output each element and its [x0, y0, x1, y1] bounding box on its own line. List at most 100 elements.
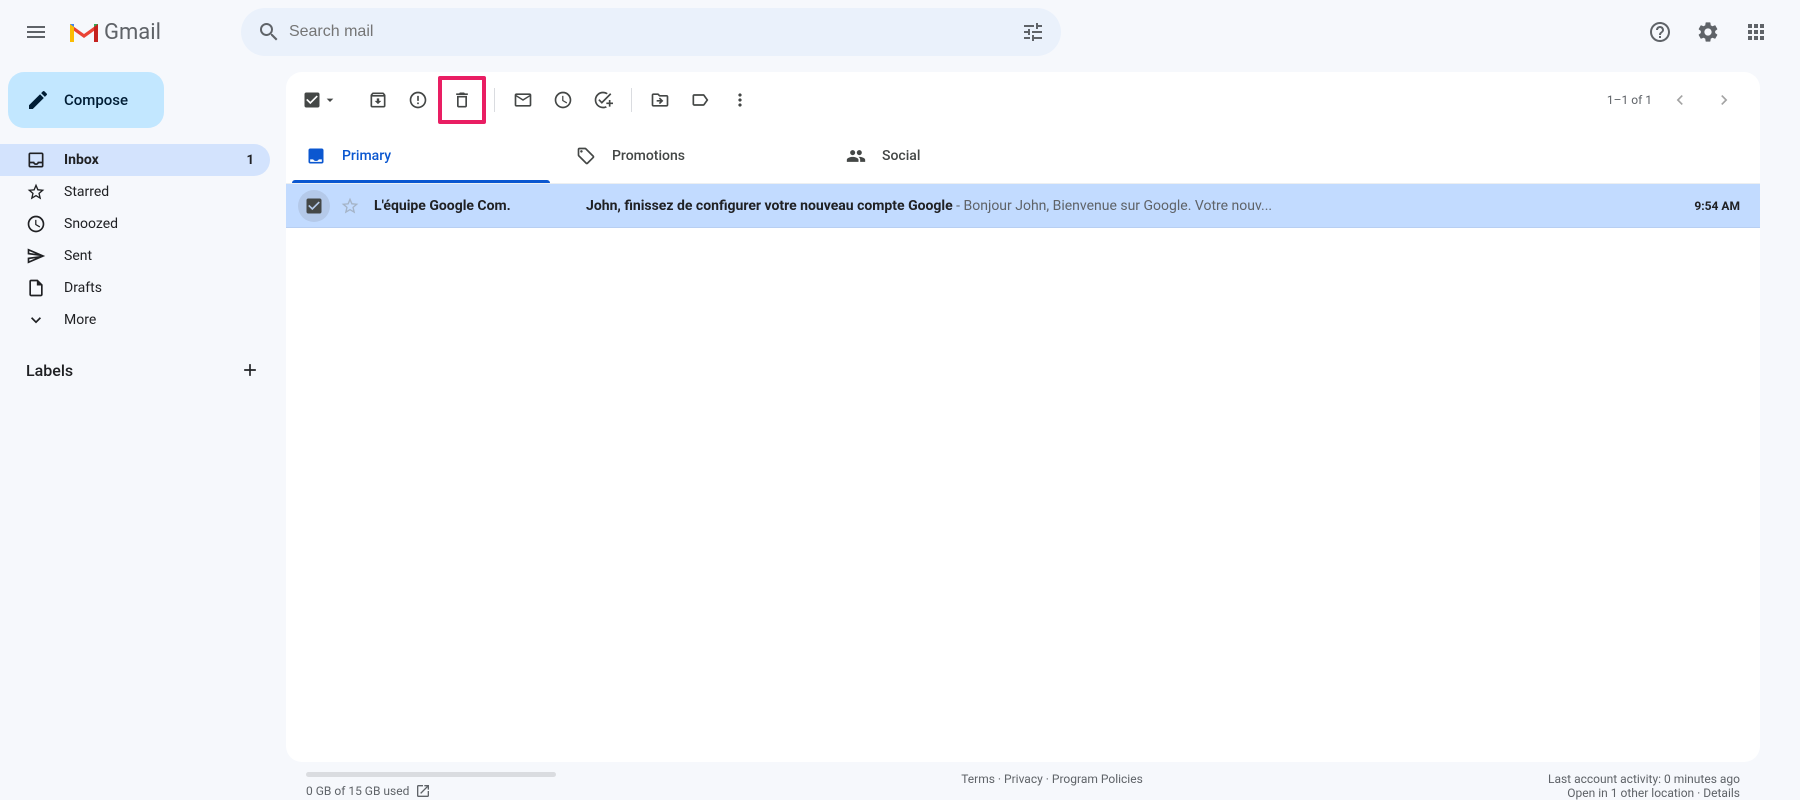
send-icon [26, 246, 46, 266]
toolbar-divider [494, 88, 495, 112]
support-button[interactable] [1640, 12, 1680, 52]
sidebar-item-label: Starred [64, 184, 109, 200]
add-label-button[interactable] [236, 356, 264, 384]
move-to-folder-icon [650, 90, 670, 110]
archive-icon [368, 90, 388, 110]
last-activity-text: Last account activity: 0 minutes ago [1548, 772, 1740, 786]
label-icon [690, 90, 710, 110]
email-time: 9:54 AM [1686, 199, 1748, 213]
more-vert-icon [730, 90, 750, 110]
people-icon [846, 146, 866, 166]
email-snippet-separator: - [953, 198, 964, 214]
delete-button[interactable] [438, 76, 486, 124]
chevron-left-icon [1670, 90, 1690, 110]
footer-links: Terms · Privacy · Program Policies [556, 772, 1548, 786]
next-page-button[interactable] [1704, 80, 1744, 120]
prev-page-button[interactable] [1660, 80, 1700, 120]
star-icon [26, 182, 46, 202]
category-tabs: Primary Promotions Social [286, 128, 1760, 184]
email-checkbox[interactable] [298, 190, 330, 222]
tab-label: Promotions [612, 148, 685, 164]
search-bar[interactable] [241, 8, 1061, 56]
open-external-icon[interactable] [415, 783, 431, 799]
clock-icon [26, 214, 46, 234]
sidebar-item-snoozed[interactable]: Snoozed [0, 208, 270, 240]
inbox-count: 1 [247, 153, 254, 168]
archive-button[interactable] [358, 80, 398, 120]
email-row[interactable]: L'équipe Google Com. John, finissez de c… [286, 184, 1760, 228]
tab-social[interactable]: Social [826, 128, 1096, 183]
storage-info: 0 GB of 15 GB used [306, 772, 556, 799]
details-link[interactable]: Details [1703, 786, 1740, 800]
trash-icon [452, 90, 472, 110]
dropdown-caret-icon [322, 92, 338, 108]
inbox-icon [26, 150, 46, 170]
apps-button[interactable] [1736, 12, 1776, 52]
tab-primary[interactable]: Primary [286, 128, 556, 183]
email-subject-preview: John, finissez de configurer votre nouve… [586, 198, 1686, 214]
help-icon [1648, 20, 1672, 44]
report-spam-button[interactable] [398, 80, 438, 120]
footer: 0 GB of 15 GB used Terms · Privacy · Pro… [286, 762, 1760, 800]
labels-button[interactable] [680, 80, 720, 120]
header-right [1640, 12, 1792, 52]
sidebar-item-label: Sent [64, 248, 92, 264]
more-actions-button[interactable] [720, 80, 760, 120]
compose-button[interactable]: Compose [8, 72, 164, 128]
plus-icon [240, 360, 260, 380]
checkbox-checked-icon [302, 90, 322, 110]
add-to-tasks-button[interactable] [583, 80, 623, 120]
gmail-logo[interactable]: Gmail [68, 20, 161, 45]
pencil-icon [26, 88, 50, 112]
labels-title: Labels [26, 361, 73, 380]
mark-unread-button[interactable] [503, 80, 543, 120]
sidebar-item-label: Drafts [64, 280, 102, 296]
snooze-button[interactable] [543, 80, 583, 120]
terms-link[interactable]: Terms [961, 772, 995, 786]
sidebar-item-label: Snoozed [64, 216, 118, 232]
email-star-button[interactable] [334, 190, 366, 222]
select-all[interactable] [302, 90, 338, 110]
storage-text: 0 GB of 15 GB used [306, 784, 409, 798]
email-list: L'équipe Google Com. John, finissez de c… [286, 184, 1760, 762]
email-snippet: Bonjour John, Bienvenue sur Google. Votr… [964, 198, 1273, 214]
toolbar: 1–1 of 1 [286, 72, 1760, 128]
tab-label: Social [882, 148, 920, 164]
footer-activity: Last account activity: 0 minutes ago Ope… [1548, 772, 1740, 800]
sidebar-item-drafts[interactable]: Drafts [0, 272, 270, 304]
tune-icon [1021, 20, 1045, 44]
settings-button[interactable] [1688, 12, 1728, 52]
star-outline-icon [340, 196, 360, 216]
search-input[interactable] [289, 23, 1013, 41]
tab-promotions[interactable]: Promotions [556, 128, 826, 183]
toolbar-divider [631, 88, 632, 112]
inbox-icon [306, 146, 326, 166]
sidebar-item-more[interactable]: More [0, 304, 270, 336]
compose-label: Compose [64, 91, 128, 109]
sidebar-item-sent[interactable]: Sent [0, 240, 270, 272]
email-subject: John, finissez de configurer votre nouve… [586, 198, 953, 214]
apps-grid-icon [1744, 20, 1768, 44]
main-menu-button[interactable] [12, 8, 60, 56]
policies-link[interactable]: Program Policies [1052, 772, 1143, 786]
search-button[interactable] [249, 12, 289, 52]
chevron-right-icon [1714, 90, 1734, 110]
labels-header: Labels [0, 336, 286, 392]
search-options-button[interactable] [1013, 12, 1053, 52]
pagination-info: 1–1 of 1 [1607, 80, 1744, 120]
chevron-down-icon [26, 310, 46, 330]
move-to-button[interactable] [640, 80, 680, 120]
sidebar-item-starred[interactable]: Starred [0, 176, 270, 208]
gear-icon [1696, 20, 1720, 44]
file-icon [26, 278, 46, 298]
sidebar: Compose Inbox 1 Starred Snoozed Sent Dra… [0, 64, 286, 800]
storage-bar [306, 772, 556, 777]
add-task-icon [593, 90, 613, 110]
checkbox-checked-icon [304, 196, 324, 216]
tag-icon [576, 146, 596, 166]
privacy-link[interactable]: Privacy [1004, 772, 1043, 786]
page-range: 1–1 of 1 [1607, 93, 1652, 107]
email-sender: L'équipe Google Com. [366, 198, 586, 214]
report-spam-icon [408, 90, 428, 110]
sidebar-item-inbox[interactable]: Inbox 1 [0, 144, 270, 176]
